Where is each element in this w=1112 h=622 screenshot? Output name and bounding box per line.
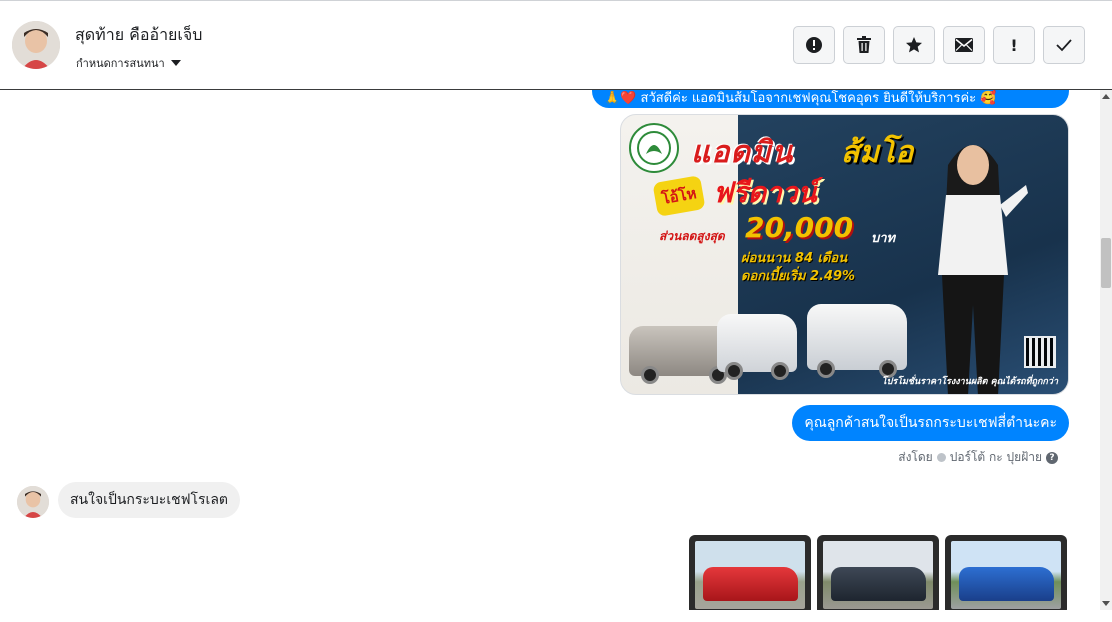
message-text: 🙏❤️ สวัสดีค่ะ แอดมินส้มโอจากเชฟคุณโชคอุด… (604, 90, 997, 106)
promo-currency: บาท (871, 231, 896, 246)
thread-scrollbar[interactable] (1100, 90, 1112, 610)
promo-interest: ดอกเบี้ยเริ่ม 2.49% (741, 269, 856, 284)
car-image-pickup-cage (807, 304, 907, 378)
follow-up-button[interactable]: ! (993, 26, 1035, 64)
page-dot-icon (936, 453, 946, 462)
star-icon (906, 37, 922, 53)
trash-icon (857, 36, 871, 53)
promo-amount: 20,000 (745, 211, 854, 244)
assign-conversation-dropdown[interactable]: กำหนดการสนทนา (76, 54, 181, 72)
contact-avatar-small[interactable] (17, 486, 49, 518)
contact-avatar[interactable] (12, 21, 60, 69)
sent-by-info: ส่งโดย ปอร์โต้ กะ ปุยฝ้าย ? (898, 448, 1058, 467)
mail-icon (955, 38, 973, 52)
help-icon[interactable]: ? (1046, 451, 1058, 464)
check-icon (1056, 39, 1072, 52)
dealer-logo-icon (629, 123, 679, 173)
caret-down-icon (170, 60, 181, 66)
delete-button[interactable] (843, 26, 885, 64)
image-attachment-dark-truck[interactable] (817, 535, 939, 610)
promo-title-admin: แอดมิน (691, 135, 794, 170)
promo-footer: โปรโมชั่นราคาโรงงานผลิต คุณได้รถที่ถูกกว… (881, 377, 1058, 387)
scroll-up-icon[interactable] (1102, 94, 1110, 99)
message-text: สนใจเป็นกระบะเชฟโรเลต (70, 492, 229, 508)
scroll-thumb[interactable] (1101, 238, 1111, 288)
incoming-message[interactable]: สนใจเป็นกระบะเชฟโรเลต (58, 482, 241, 518)
promo-image-attachment[interactable]: แอดมิน ส้มโอ โอ้โห ฟรีดาวน์ ส่วนลดสูงสุด… (620, 114, 1069, 395)
image-attachment-blue-truck[interactable] (945, 535, 1067, 610)
promo-title-name: ส้มโอ (841, 135, 914, 170)
sent-by-name[interactable]: ปอร์โต้ กะ ปุยฝ้าย (950, 448, 1042, 467)
star-button[interactable] (893, 26, 935, 64)
contact-name[interactable]: สุดท้าย คืออ้ายเจ็บ (75, 23, 202, 48)
image-attachment-red-truck[interactable] (689, 535, 811, 610)
alert-circle-icon (806, 37, 822, 53)
scroll-down-icon[interactable] (1102, 601, 1110, 606)
car-image-pickup-white (717, 314, 797, 380)
conversation-header: สุดท้าย คืออ้ายเจ็บ กำหนดการสนทนา ! (0, 0, 1112, 90)
header-actions: ! (793, 26, 1085, 64)
sent-by-label: ส่งโดย (898, 450, 933, 464)
promo-burst-badge: โอ้โห (652, 175, 706, 217)
outgoing-message-greeting[interactable]: 🙏❤️ สวัสดีค่ะ แอดมินส้มโอจากเชฟคุณโชคอุด… (592, 90, 1069, 108)
inbox-conversation-view: สุดท้าย คืออ้ายเจ็บ กำหนดการสนทนา ! 🙏❤️ … (0, 0, 1112, 622)
mark-done-button[interactable] (1043, 26, 1085, 64)
exclamation-icon: ! (1010, 35, 1018, 55)
message-thread: 🙏❤️ สวัสดีค่ะ แอดมินส้มโอจากเชฟคุณโชคอุด… (0, 90, 1100, 610)
qr-code-icon (1024, 336, 1056, 368)
mark-spam-button[interactable] (793, 26, 835, 64)
promo-discount-label: ส่วนลดสูงสุด (659, 229, 725, 243)
outgoing-message[interactable]: คุณลูกค้าสนใจเป็นรถกระบะเชฟสี่ตำนะคะ (792, 405, 1069, 441)
message-text: คุณลูกค้าสนใจเป็นรถกระบะเชฟสี่ตำนะคะ (804, 415, 1057, 431)
assign-label: กำหนดการสนทนา (76, 57, 165, 70)
promo-free-down: ฟรีดาวน์ (713, 176, 817, 209)
presenter-image (938, 145, 1028, 394)
mark-unread-button[interactable] (943, 26, 985, 64)
